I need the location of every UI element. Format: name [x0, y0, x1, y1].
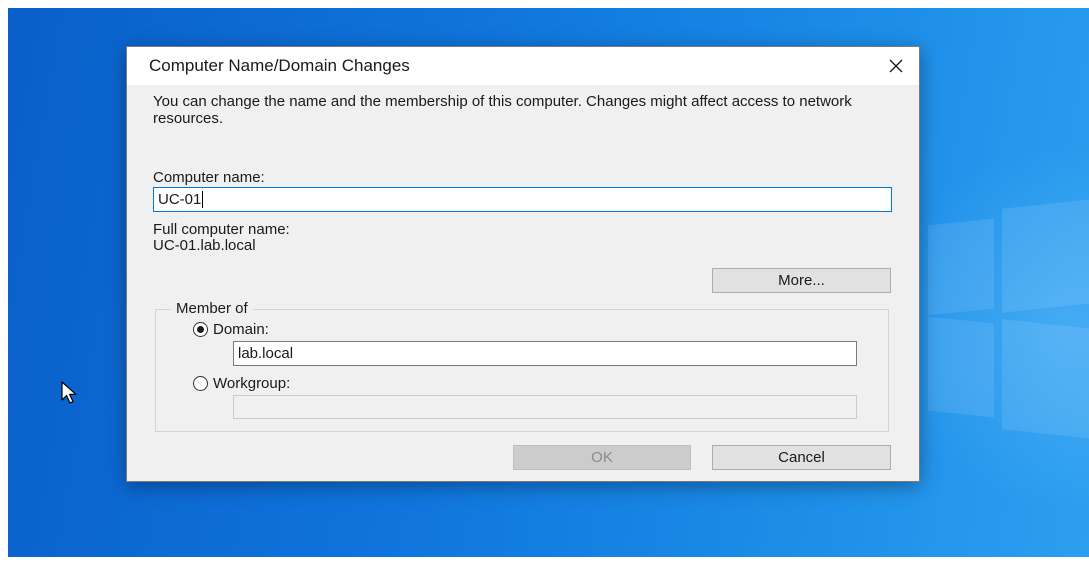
- workgroup-input[interactable]: [233, 395, 857, 419]
- dialog-titlebar[interactable]: Computer Name/Domain Changes: [127, 47, 919, 85]
- text-caret: [202, 191, 204, 208]
- radio-selected-dot: [197, 326, 204, 333]
- cancel-button[interactable]: Cancel: [712, 445, 891, 470]
- computer-name-value: UC-01: [158, 191, 202, 208]
- full-computer-name-label: Full computer name:: [153, 221, 290, 238]
- member-of-legend: Member of: [171, 300, 253, 317]
- ok-button[interactable]: OK: [513, 445, 691, 470]
- close-icon: [889, 59, 903, 73]
- domain-radio[interactable]: [193, 322, 208, 337]
- workgroup-label[interactable]: Workgroup:: [213, 375, 290, 392]
- windows-logo-pane-top-left: [928, 218, 994, 316]
- domain-value: lab.local: [238, 345, 294, 362]
- workgroup-radio[interactable]: [193, 376, 208, 391]
- windows-logo-pane-top-right: [1002, 199, 1089, 313]
- more-button[interactable]: More...: [712, 268, 891, 293]
- domain-input[interactable]: lab.local: [233, 341, 857, 366]
- windows-logo-pane-bottom-right: [1002, 319, 1089, 439]
- close-button[interactable]: [873, 47, 919, 85]
- computer-name-label: Computer name:: [153, 169, 265, 186]
- computer-name-dialog: Computer Name/Domain Changes You can cha…: [126, 46, 920, 482]
- windows-logo-pane-bottom-left: [928, 316, 994, 418]
- full-computer-name-value: UC-01.lab.local: [153, 237, 256, 254]
- dialog-title: Computer Name/Domain Changes: [149, 56, 410, 75]
- domain-label[interactable]: Domain:: [213, 321, 269, 338]
- computer-name-input[interactable]: UC-01: [153, 187, 892, 212]
- mouse-pointer-icon: [61, 381, 77, 404]
- dialog-description: You can change the name and the membersh…: [153, 93, 852, 127]
